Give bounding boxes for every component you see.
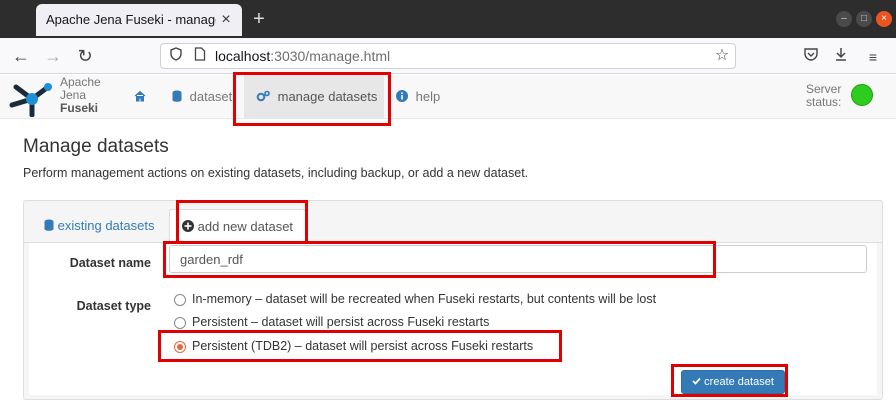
minimize-icon[interactable]: – (836, 11, 852, 27)
radio-button[interactable] (174, 317, 186, 329)
forward-icon[interactable]: → (42, 45, 64, 67)
bookmark-star-icon[interactable]: ☆ (713, 47, 731, 65)
url-bar[interactable]: localhost:3030/manage.html ☆ (160, 43, 736, 69)
server-status-label: Server status: (806, 83, 841, 109)
home-icon (134, 90, 146, 102)
server-status-line2: status: (806, 95, 842, 109)
nav-manage-datasets[interactable]: manage datasets (244, 75, 384, 119)
panel-tabs: existing datasets add new dataset (24, 201, 882, 244)
create-dataset-button[interactable]: create dataset (681, 370, 785, 394)
close-window-icon[interactable]: × (876, 11, 892, 27)
server-status-indicator (851, 84, 873, 106)
maximize-icon[interactable]: □ (856, 11, 872, 27)
back-icon[interactable]: ← (10, 45, 32, 67)
browser-toolbar: ← → ↻ localhost:3030/manage.html ☆ ≡ (0, 38, 896, 74)
url-path: :3030/manage.html (270, 48, 391, 64)
url-text[interactable]: localhost:3030/manage.html (215, 48, 390, 64)
dataset-name-input[interactable] (169, 245, 867, 273)
tab-add-label: add new dataset (197, 219, 294, 234)
radio-persistent-label: Persistent – dataset will persist across… (192, 315, 490, 329)
nav-manage-label: manage datasets (277, 89, 378, 104)
shield-icon[interactable] (167, 47, 185, 65)
nav-dataset-label: dataset (189, 89, 233, 104)
radio-button[interactable] (174, 294, 186, 306)
check-icon (692, 377, 701, 385)
logo-text: Apache Jena Fuseki (60, 76, 101, 115)
fuseki-navbar: Apache Jena Fuseki dataset manage datase… (0, 75, 896, 119)
info-circle-icon (396, 89, 412, 104)
nav-dataset[interactable]: dataset (172, 75, 232, 119)
add-dataset-form: Dataset name Dataset type In-memory – da… (29, 243, 877, 395)
page-icon[interactable] (191, 47, 209, 65)
radio-in-memory-label: In-memory – dataset will be recreated wh… (192, 292, 657, 306)
logo-fuseki: Fuseki (60, 101, 99, 115)
tab-existing-datasets[interactable]: existing datasets (32, 209, 166, 243)
pocket-icon[interactable] (800, 46, 822, 68)
database-icon (172, 89, 186, 104)
page-title: Manage datasets (23, 136, 169, 157)
fuseki-logo-icon[interactable] (8, 77, 56, 118)
page-description: Perform management actions on existing d… (23, 166, 529, 180)
create-dataset-label: create dataset (704, 376, 774, 388)
dataset-type-label: Dataset type (76, 299, 151, 313)
browser-tab[interactable]: Apache Jena Fuseki - manage × (36, 4, 242, 36)
nav-help[interactable]: help (396, 75, 440, 119)
tab-close-icon[interactable]: × (216, 10, 236, 30)
database-icon (44, 219, 54, 231)
manage-panel: existing datasets add new dataset Datase… (23, 200, 883, 400)
nav-help-label: help (415, 89, 441, 104)
url-host: localhost (215, 48, 271, 64)
new-tab-icon[interactable]: + (248, 6, 270, 32)
browser-tab-title: Apache Jena Fuseki - manage (46, 12, 216, 27)
radio-tdb2-label: Persistent (TDB2) – dataset will persist… (192, 339, 534, 353)
home-link[interactable] (134, 75, 148, 119)
dataset-name-label: Dataset name (69, 256, 151, 270)
download-icon[interactable] (830, 46, 852, 68)
radio-button-selected[interactable] (174, 341, 186, 353)
cogs-icon (256, 89, 274, 104)
tab-existing-label: existing datasets (57, 218, 155, 233)
reload-icon[interactable]: ↻ (74, 45, 96, 67)
tab-add-new-dataset[interactable]: add new dataset (169, 209, 307, 244)
plus-circle-icon (182, 220, 194, 232)
menu-icon[interactable]: ≡ (862, 46, 884, 68)
browser-titlebar: Apache Jena Fuseki - manage × + – □ × (0, 0, 896, 38)
